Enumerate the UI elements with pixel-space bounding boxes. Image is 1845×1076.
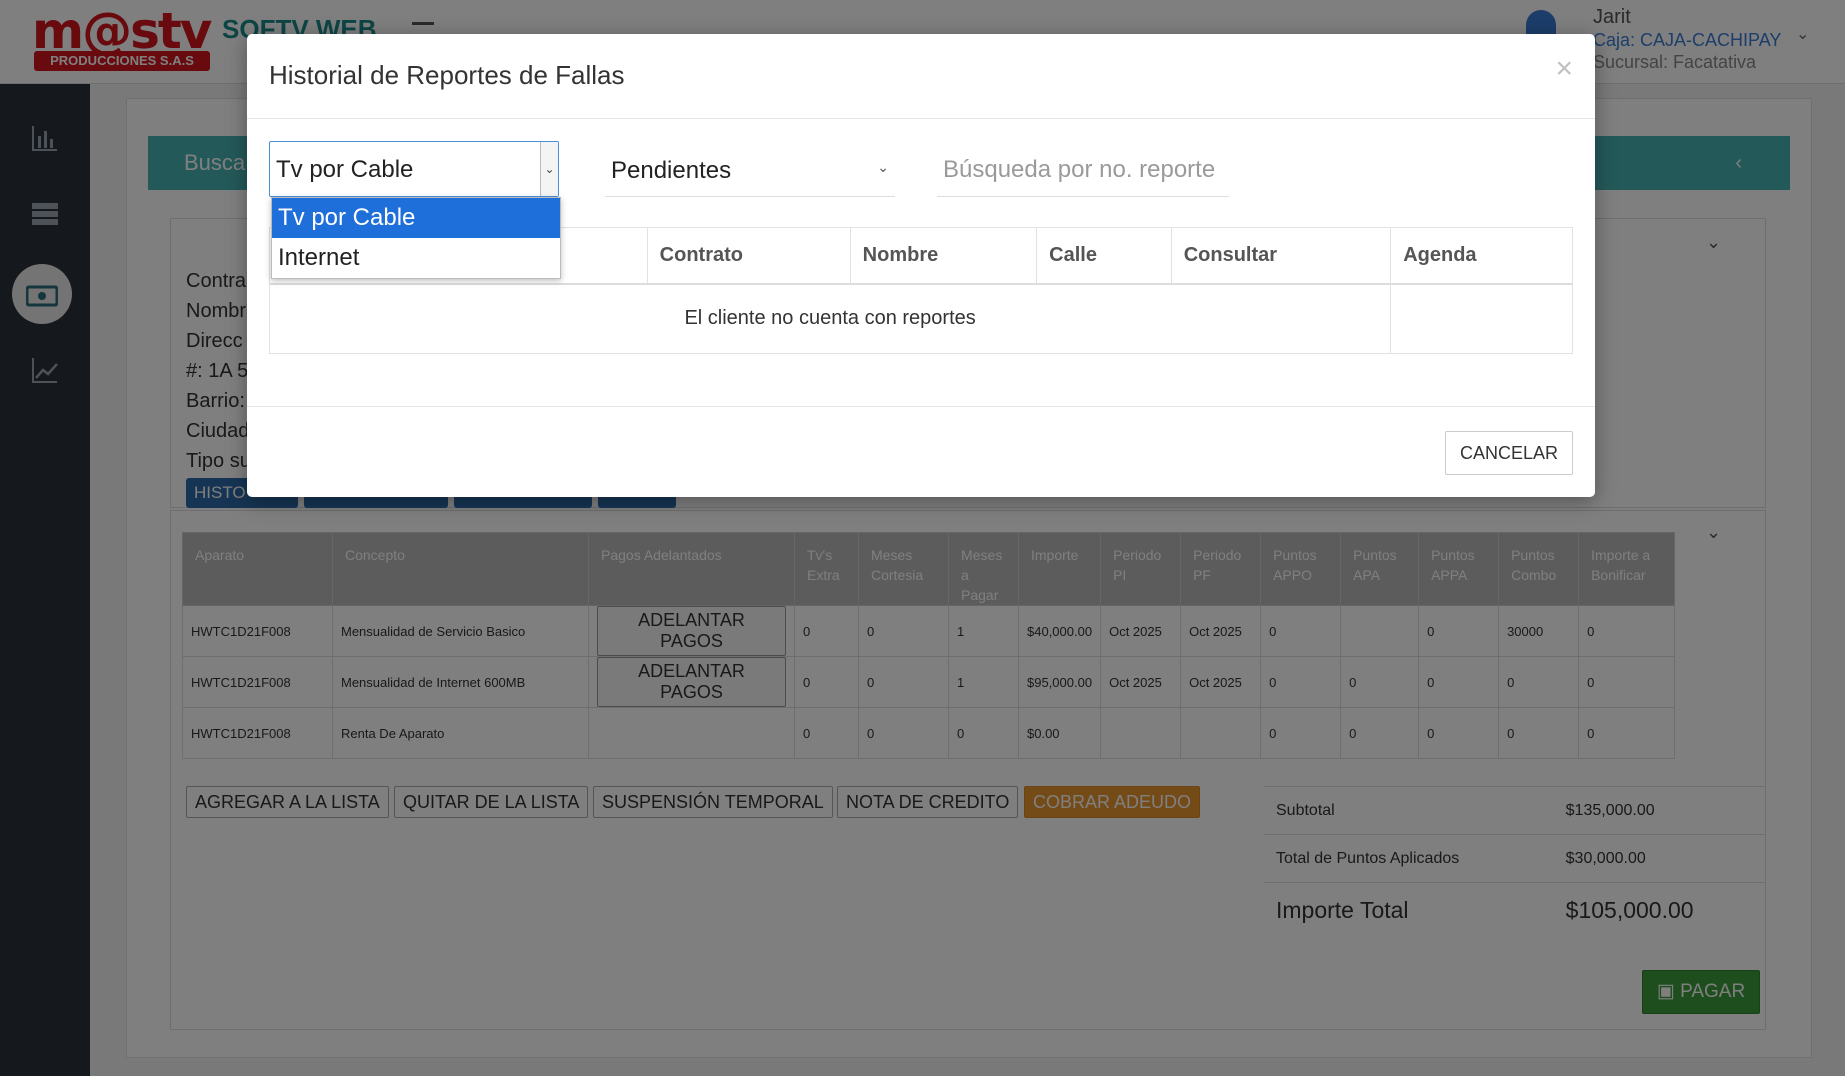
modal-header: Historial de Reportes de Fallas × <box>247 34 1595 119</box>
option-tv-por-cable[interactable]: Tv por Cable <box>272 198 560 238</box>
chevron-down-icon: ⌄ <box>877 159 889 175</box>
service-dropdown-list: Tv por Cable Internet <box>271 197 561 279</box>
chevron-down-icon[interactable]: ⌄ <box>540 142 558 196</box>
service-select-value: Tv por Cable <box>276 156 414 183</box>
close-icon[interactable]: × <box>1555 54 1573 84</box>
modal-footer-divider <box>247 406 1595 407</box>
status-select-value: Pendientes <box>611 157 732 184</box>
empty-message: El cliente no cuenta con reportes <box>268 283 1392 354</box>
status-select[interactable]: Pendientes ⌄ <box>605 143 895 197</box>
report-search-input[interactable] <box>937 143 1229 196</box>
empty-row: El cliente no cuenta con reportes <box>268 283 1573 354</box>
service-type-select[interactable]: Tv por Cable ⌄ <box>269 141 559 197</box>
cell <box>1390 283 1573 354</box>
cancel-button[interactable]: CANCELAR <box>1444 431 1573 475</box>
col-calle: Calle <box>1036 227 1172 285</box>
col-nombre: Nombre <box>849 227 1038 285</box>
modal-title: Historial de Reportes de Fallas <box>269 60 625 90</box>
report-search-field <box>937 143 1229 197</box>
option-internet[interactable]: Internet <box>272 238 560 278</box>
col-agenda: Agenda <box>1390 227 1573 285</box>
col-consultar: Consultar <box>1170 227 1392 285</box>
historial-reportes-modal: Historial de Reportes de Fallas × Tv por… <box>247 34 1595 497</box>
col-contrato: Contrato <box>646 227 851 285</box>
